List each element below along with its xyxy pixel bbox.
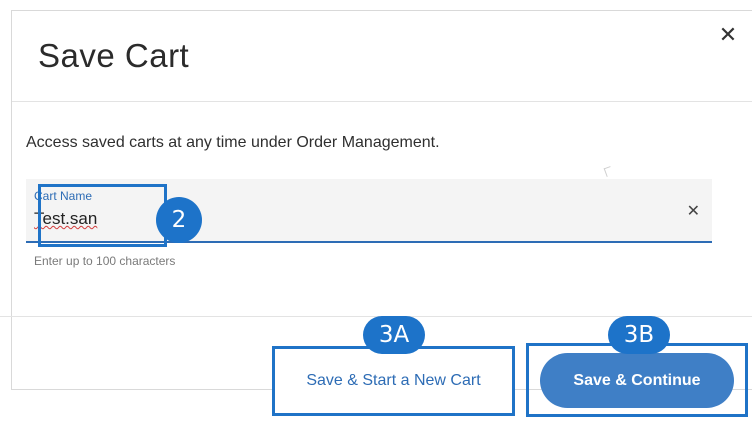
close-icon[interactable]: ✕ [716,23,740,47]
callout-3b-badge: 3B [608,316,670,354]
clear-icon[interactable]: ✕ [687,201,700,221]
save-and-continue-button[interactable]: Save & Continue [540,353,734,408]
save-and-start-new-cart-button[interactable]: Save & Start a New Cart [272,346,515,416]
cart-name-helper-text: Enter up to 100 characters [34,254,176,268]
cart-name-highlight [38,184,167,247]
callout-2-badge: 2 [156,197,202,243]
modal-description: Access saved carts at any time under Ord… [26,134,440,151]
modal-title: Save Cart [38,37,190,74]
modal-header: Save Cart [12,11,752,102]
callout-3a-badge: 3A [363,316,425,354]
